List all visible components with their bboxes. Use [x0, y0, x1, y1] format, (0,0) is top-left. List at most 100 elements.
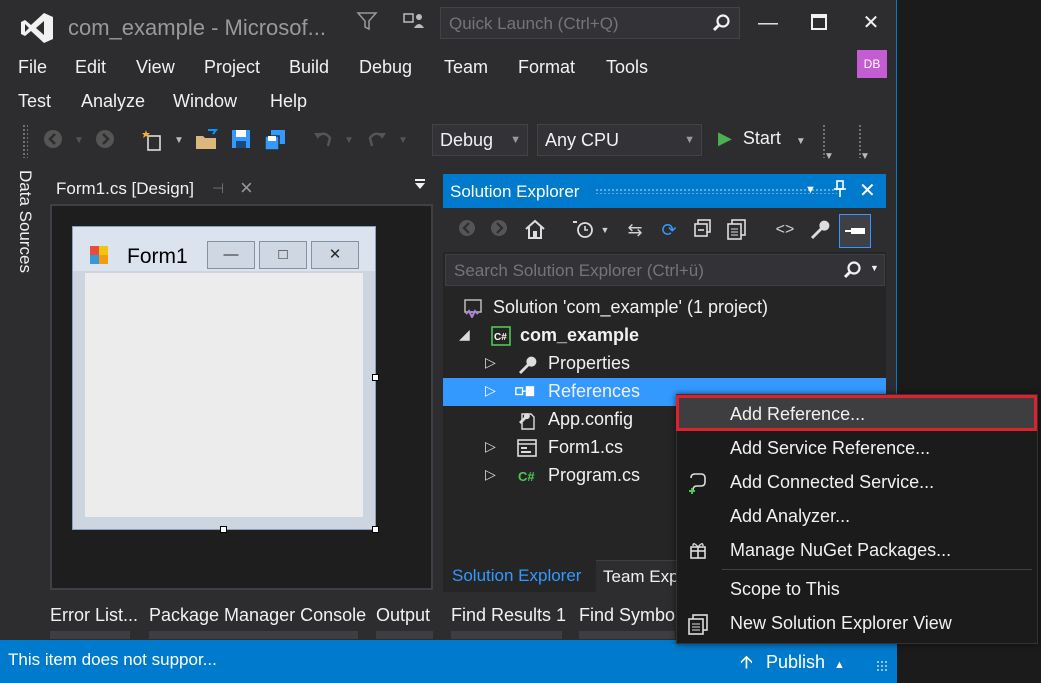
menu-item-label: Add Analyzer...	[730, 506, 851, 526]
menu-add-service-reference[interactable]: Add Service Reference...	[677, 431, 1037, 465]
menu-team[interactable]: Team	[444, 57, 488, 78]
menu-scope-to-this[interactable]: Scope to This	[677, 572, 1037, 606]
menu-add-connected-service[interactable]: Add Connected Service...	[677, 465, 1037, 499]
solution-explorer-search-input[interactable]	[452, 259, 836, 283]
chevron-down-icon[interactable]: ▼	[593, 218, 617, 242]
show-all-files-icon[interactable]	[725, 218, 749, 242]
menu-edit[interactable]: Edit	[75, 57, 106, 78]
close-icon[interactable]: ✕	[859, 178, 876, 203]
start-button[interactable]: ▶ Start ▼	[718, 128, 806, 149]
close-button[interactable]: ✕	[851, 8, 891, 38]
tab-output[interactable]: Output	[376, 605, 433, 639]
menu-project[interactable]: Project	[204, 57, 260, 78]
user-avatar[interactable]: DB	[857, 50, 887, 78]
resize-grip-icon[interactable]	[876, 660, 888, 672]
navigate-back-icon[interactable]	[40, 128, 66, 154]
toolbar-grip[interactable]	[22, 124, 28, 158]
tab-team-explorer[interactable]: Team Exp	[596, 560, 686, 593]
maximize-button[interactable]	[799, 8, 839, 38]
preview-selected-items-icon[interactable]	[839, 214, 871, 248]
menu-new-solution-explorer-view[interactable]: New Solution Explorer View	[677, 606, 1037, 640]
chevron-down-icon[interactable]: ▼	[870, 263, 879, 273]
expand-arrow-icon[interactable]: ▷	[485, 354, 496, 371]
live-share-icon[interactable]	[402, 10, 426, 34]
view-code-icon[interactable]: <>	[773, 218, 797, 242]
undo-icon[interactable]	[310, 128, 336, 154]
properties-wrench-icon[interactable]	[807, 218, 831, 242]
chevron-down-icon[interactable]: ▼	[390, 128, 416, 154]
quick-launch-box[interactable]	[440, 7, 740, 39]
tab-find-results-1[interactable]: Find Results 1	[451, 605, 566, 639]
tab-error-list[interactable]: Error List...	[50, 605, 138, 639]
tab-find-symbol-results[interactable]: Find Symbo	[579, 605, 675, 639]
pending-changes-icon[interactable]	[571, 218, 595, 242]
resize-handle-right[interactable]	[372, 374, 379, 381]
resize-handle-bottom[interactable]	[220, 526, 227, 533]
chevron-down-icon: ▼	[510, 134, 521, 146]
chevron-down-icon[interactable]: ▼	[166, 128, 192, 154]
platform-value: Any CPU	[545, 130, 620, 150]
chevron-down-icon[interactable]: ▼	[796, 136, 806, 147]
minimize-button[interactable]: —	[748, 8, 788, 38]
sync-with-document-icon[interactable]: ⇆	[623, 218, 647, 242]
feedback-filter-icon[interactable]	[355, 10, 379, 34]
toolbar-overflow-icon[interactable]: ▼	[852, 144, 878, 170]
data-sources-tab[interactable]: Data Sources	[10, 170, 40, 590]
form-preview[interactable]: Form1 — □ ✕	[72, 226, 376, 530]
menu-tools[interactable]: Tools	[606, 57, 648, 78]
new-project-icon[interactable]	[140, 128, 166, 154]
publish-button[interactable]: 🡩 Publish ▲	[740, 650, 845, 680]
tree-node-properties[interactable]: ▷ Properties	[443, 350, 886, 378]
toolbar-overflow-icon[interactable]: ▼	[816, 144, 842, 170]
document-list-dropdown[interactable]	[414, 178, 426, 193]
chevron-down-icon[interactable]: ▼	[336, 128, 362, 154]
tree-node-project[interactable]: ◢ C# com_example	[443, 322, 886, 350]
menu-format[interactable]: Format	[518, 57, 575, 78]
menu-help[interactable]: Help	[270, 91, 307, 112]
menu-test[interactable]: Test	[18, 91, 51, 112]
expand-arrow-icon[interactable]: ▷	[485, 438, 496, 455]
home-icon[interactable]	[523, 218, 547, 242]
tab-package-manager-console[interactable]: Package Manager Console	[149, 605, 366, 639]
menu-manage-nuget[interactable]: Manage NuGet Packages...	[677, 533, 1037, 567]
quick-launch-input[interactable]	[447, 12, 701, 36]
pin-icon[interactable]: ⊣	[212, 180, 224, 197]
chevron-down-icon[interactable]: ▼	[66, 128, 92, 154]
tree-node-label: App.config	[548, 409, 634, 429]
tab-solution-explorer[interactable]: Solution Explorer	[445, 560, 589, 592]
save-all-icon[interactable]	[262, 128, 288, 154]
title-grip[interactable]	[595, 188, 837, 194]
menu-build[interactable]: Build	[289, 57, 329, 78]
configuration-dropdown[interactable]: Debug ▼	[432, 124, 528, 156]
pin-icon[interactable]	[833, 180, 847, 203]
platform-dropdown[interactable]: Any CPU ▼	[537, 124, 702, 156]
search-icon[interactable]	[711, 13, 731, 33]
menu-view[interactable]: View	[136, 57, 175, 78]
solution-explorer-search[interactable]: ▼	[445, 254, 885, 286]
back-icon[interactable]	[455, 218, 479, 242]
menu-add-reference[interactable]: Add Reference...	[677, 397, 1037, 431]
menu-window[interactable]: Window	[173, 91, 237, 112]
tree-node-solution[interactable]: Solution 'com_example' (1 project)	[443, 294, 886, 322]
menu-debug[interactable]: Debug	[359, 57, 412, 78]
resize-handle-corner[interactable]	[372, 526, 379, 533]
expand-arrow-icon[interactable]: ▷	[485, 382, 496, 399]
expand-arrow-icon[interactable]: ▷	[485, 466, 496, 483]
svg-text:C#: C#	[518, 469, 535, 484]
chevron-down-icon[interactable]: ▼	[805, 184, 816, 196]
navigate-forward-icon[interactable]	[92, 128, 118, 154]
refresh-icon[interactable]: ⟳	[657, 218, 681, 242]
menu-analyze[interactable]: Analyze	[81, 91, 145, 112]
redo-icon[interactable]	[364, 128, 390, 154]
tab-form1-design[interactable]: Form1.cs [Design] ⊣ ×	[50, 174, 266, 204]
save-icon[interactable]	[228, 128, 254, 154]
menu-file[interactable]: File	[18, 57, 47, 78]
close-icon[interactable]: ×	[240, 175, 253, 201]
collapse-arrow-icon[interactable]: ◢	[459, 326, 470, 343]
search-icon[interactable]	[842, 260, 862, 280]
menu-add-analyzer[interactable]: Add Analyzer...	[677, 499, 1037, 533]
form-client-area[interactable]	[85, 273, 363, 517]
open-file-icon[interactable]	[194, 128, 220, 154]
collapse-all-icon[interactable]	[691, 218, 715, 242]
forward-icon[interactable]	[487, 218, 511, 242]
